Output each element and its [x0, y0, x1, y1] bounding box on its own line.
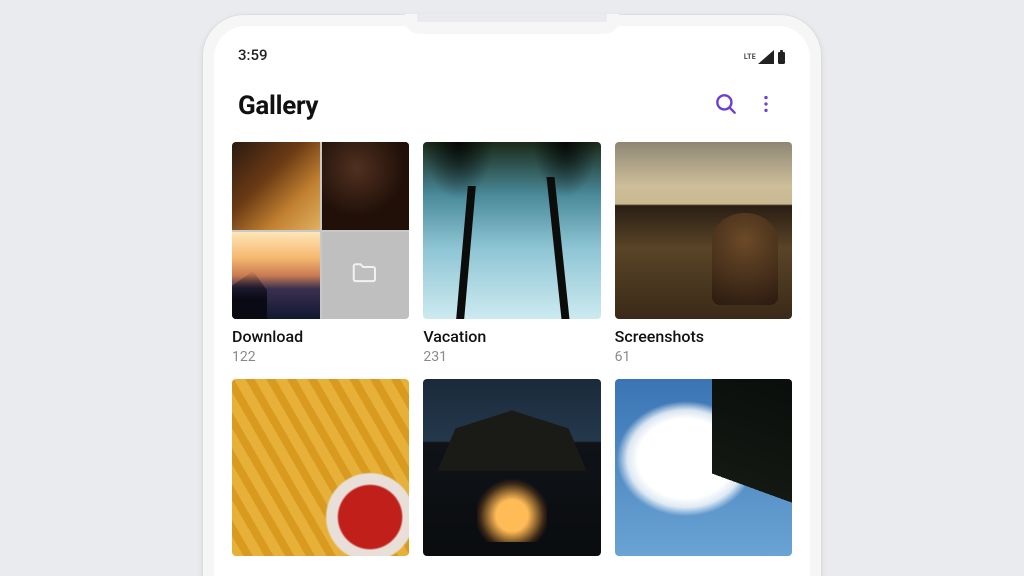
screen: 3:59 LTE Gallery: [214, 26, 810, 576]
album-thumbnail: [423, 142, 600, 319]
album-count: 122: [232, 349, 409, 365]
status-indicators: LTE: [744, 50, 786, 64]
album-name: Screenshots: [615, 327, 792, 346]
signal-icon: [758, 50, 774, 64]
album-thumbnail: [423, 379, 600, 556]
album-thumbnail: [615, 142, 792, 319]
search-icon: [713, 91, 739, 121]
network-type-label: LTE: [744, 53, 756, 61]
page-title: Gallery: [238, 91, 706, 121]
search-button[interactable]: [706, 86, 746, 126]
album-name: Download: [232, 327, 409, 346]
thumb-image: [322, 142, 410, 230]
folder-icon: [350, 258, 380, 292]
thumb-folder-more: [322, 232, 410, 320]
album-item[interactable]: [615, 379, 792, 556]
album-vacation[interactable]: Vacation 231: [423, 142, 600, 365]
album-thumbnail: [232, 142, 409, 319]
album-grid: Download 122 Vacation 231 Screenshots 61: [214, 142, 810, 556]
album-count: 231: [423, 349, 600, 365]
app-header: Gallery: [214, 66, 810, 142]
album-thumbnail: [232, 379, 409, 556]
album-item[interactable]: [423, 379, 600, 556]
album-item[interactable]: [232, 379, 409, 556]
album-count: 61: [615, 349, 792, 365]
phone-notch: [405, 14, 619, 34]
phone-frame: 3:59 LTE Gallery: [202, 14, 822, 576]
status-time: 3:59: [238, 46, 268, 64]
album-thumbnail: [615, 379, 792, 556]
more-options-button[interactable]: [746, 86, 786, 126]
album-download[interactable]: Download 122: [232, 142, 409, 365]
more-vertical-icon: [755, 93, 777, 119]
thumb-image: [232, 142, 320, 230]
thumb-image: [232, 232, 320, 320]
album-name: Vacation: [423, 327, 600, 346]
album-screenshots[interactable]: Screenshots 61: [615, 142, 792, 365]
battery-icon: [777, 50, 786, 64]
